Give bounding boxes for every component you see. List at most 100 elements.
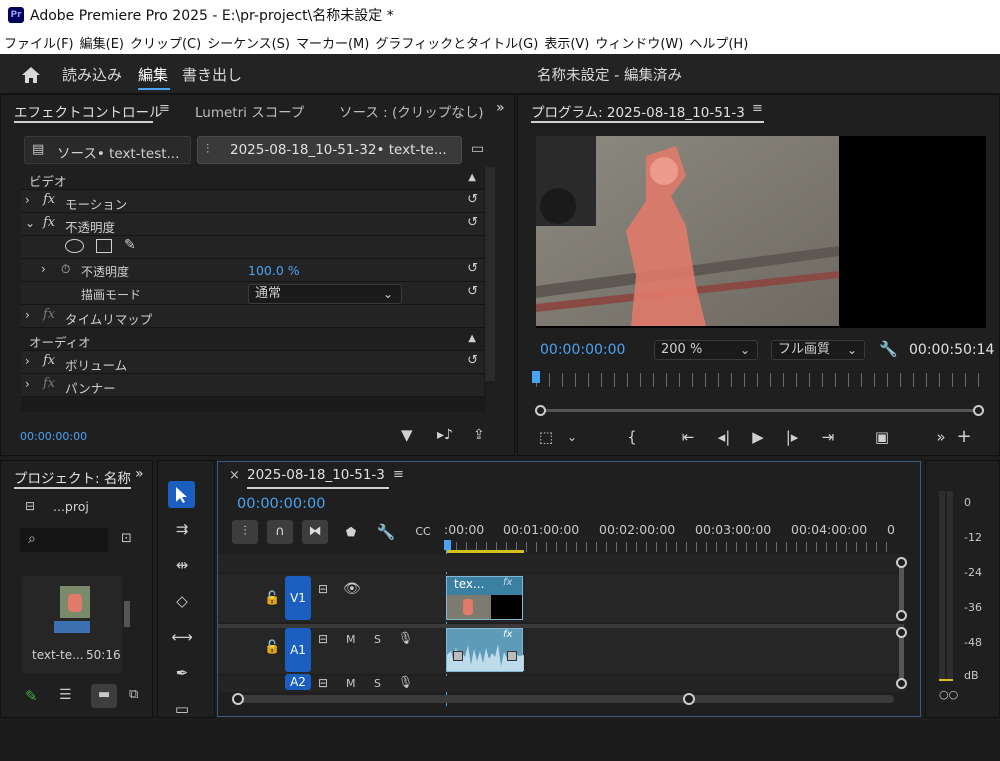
menu-window[interactable]: ウィンドウ(W)	[595, 33, 683, 52]
video-tracks-scrollbar[interactable]	[899, 561, 904, 616]
selection-tool[interactable]	[168, 481, 195, 508]
keyframe-handle-right[interactable]	[507, 651, 517, 661]
program-playhead[interactable]	[532, 371, 540, 383]
zoom-scrollbar[interactable]	[540, 409, 980, 412]
add-marker-icon[interactable]: ⬚	[534, 425, 558, 449]
lock-icon[interactable]: 🔓	[264, 640, 280, 655]
audio-tracks-scrollbar[interactable]	[899, 632, 904, 684]
track-a1-label[interactable]: A1	[285, 628, 311, 672]
expand-volume-icon[interactable]: ›	[25, 354, 30, 368]
tab-import[interactable]: 読み込み	[62, 64, 122, 85]
new-bin-icon[interactable]: ⊡	[121, 531, 132, 546]
reset-blend-icon[interactable]: ↺	[467, 284, 478, 299]
rectangle-mask-icon[interactable]	[96, 239, 112, 253]
more-tabs-icon[interactable]: »	[496, 100, 505, 116]
tab-lumetri-scopes[interactable]: Lumetri スコープ	[195, 101, 304, 121]
snap-icon[interactable]: ∩	[267, 520, 293, 544]
pen-tool-icon[interactable]: ✒	[170, 661, 194, 685]
close-tab-icon[interactable]: ×	[229, 468, 240, 483]
reset-volume-icon[interactable]: ↺	[467, 353, 478, 368]
step-back-icon[interactable]: ◂|	[712, 425, 736, 449]
menu-clip[interactable]: クリップ(C)	[130, 33, 201, 52]
expand-time-remap-icon[interactable]: ›	[25, 308, 30, 322]
video-clip[interactable]: tex... fx	[446, 576, 523, 620]
zoom-select[interactable]: 200 % ⌄	[654, 340, 758, 360]
fx-icon[interactable]: fx	[43, 353, 55, 368]
fx-icon[interactable]: fx	[43, 192, 55, 207]
audio-solo-icon[interactable]: ▸♪	[437, 427, 453, 443]
more-controls-icon[interactable]: »	[929, 425, 953, 449]
menu-sequence[interactable]: シーケンス(S)	[207, 33, 290, 52]
pen-mask-icon[interactable]: ✎	[124, 237, 136, 253]
audio-clip[interactable]: fx	[446, 628, 524, 672]
sequence-tab[interactable]: 2025-08-18_10-51-3	[247, 467, 385, 483]
program-timecode[interactable]: 00:00:00:00	[540, 342, 625, 358]
fx-icon[interactable]: fx	[43, 215, 55, 230]
program-ruler[interactable]	[536, 373, 991, 387]
freeform-view-icon[interactable]: ⧉	[129, 687, 138, 702]
sync-lock-icon[interactable]: ⊟	[318, 632, 328, 646]
menu-edit[interactable]: 編集(E)	[80, 33, 124, 52]
video-scroll-handle-top[interactable]	[896, 557, 907, 568]
captions-icon[interactable]: CC	[411, 520, 435, 544]
quality-select[interactable]: フル画質 ⌄	[771, 340, 865, 360]
microphone-icon[interactable]: 🎙	[398, 675, 413, 689]
time-remap-row[interactable]: › fx タイムリマップ	[21, 305, 484, 328]
tab-source[interactable]: ソース : (クリップなし)	[339, 101, 484, 121]
track-v1-label[interactable]: V1	[285, 576, 311, 620]
step-forward-icon[interactable]: |▸	[780, 425, 804, 449]
mark-in-icon[interactable]: {	[620, 425, 644, 449]
opacity-group-row[interactable]: ⌄ fx 不透明度 ↺	[21, 213, 484, 236]
menu-view[interactable]: 表示(V)	[544, 33, 589, 52]
solo-button[interactable]: S	[374, 633, 381, 646]
expand-panner-icon[interactable]: ›	[25, 377, 30, 391]
toggle-timeline-icon[interactable]: ▭	[471, 141, 484, 157]
panel-menu-icon[interactable]: ≡	[752, 101, 763, 116]
track-a2-label[interactable]: A2	[285, 674, 311, 690]
sync-lock-icon[interactable]: ⊟	[318, 676, 328, 690]
list-view-icon[interactable]: ☰	[59, 687, 72, 703]
tab-effect-controls[interactable]: エフェクトコントロール	[14, 101, 163, 121]
tab-export[interactable]: 書き出し	[182, 64, 242, 85]
menu-help[interactable]: ヘルプ(H)	[689, 33, 748, 52]
expand-motion-icon[interactable]: ›	[25, 193, 30, 207]
stopwatch-icon[interactable]: ⏱	[61, 262, 70, 277]
effect-scrollbar[interactable]	[485, 167, 495, 381]
tab-edit[interactable]: 編集	[138, 64, 168, 85]
add-button-icon[interactable]: +	[952, 425, 976, 449]
linked-selection-icon[interactable]: ⧓	[302, 520, 328, 544]
reset-motion-icon[interactable]: ↺	[467, 192, 478, 207]
wrench-icon[interactable]: 🔧	[879, 341, 898, 357]
expand-opacity-icon[interactable]: ›	[41, 262, 46, 276]
icon-view-button[interactable]: ▬	[91, 684, 117, 708]
filter-icon[interactable]: ▼	[401, 427, 413, 443]
pencil-icon[interactable]: ✎	[25, 687, 38, 705]
eye-icon[interactable]: 👁	[343, 581, 361, 597]
rectangle-tool-icon[interactable]: ▭	[170, 697, 194, 721]
solo-button[interactable]: S	[374, 677, 381, 690]
sequence-chip[interactable]: ⫶ 2025-08-18_10-51-32• text-te...	[197, 136, 462, 164]
h-scroll-handle-left[interactable]	[232, 693, 244, 705]
nest-toggle-icon[interactable]: ⫶	[232, 520, 258, 544]
add-marker-icon[interactable]: ⬟	[339, 520, 363, 544]
project-title[interactable]: プロジェクト: 名称	[14, 467, 131, 487]
lock-icon[interactable]: 🔓	[264, 591, 280, 606]
search-input[interactable]: ⌕	[20, 528, 108, 552]
export-frame-icon[interactable]: ▣	[870, 425, 894, 449]
razor-icon[interactable]: ◇	[170, 589, 194, 613]
export-icon[interactable]: ⇪	[473, 427, 485, 443]
menu-marker[interactable]: マーカー(M)	[296, 33, 369, 52]
opacity-value[interactable]: 100.0 %	[248, 263, 300, 278]
mute-button[interactable]: M	[346, 633, 356, 646]
slip-icon[interactable]: ⟷	[170, 625, 194, 649]
sync-lock-icon[interactable]: ⊟	[318, 582, 328, 596]
panel-menu-icon[interactable]: ≡	[159, 101, 170, 116]
home-icon[interactable]	[21, 66, 41, 84]
timeline-settings-icon[interactable]: 🔧	[374, 520, 398, 544]
effect-timecode[interactable]: 00:00:00:00	[20, 430, 87, 443]
track-select-icon[interactable]: ⇉	[170, 517, 194, 541]
menu-graphics[interactable]: グラフィックとタイトル(G)	[375, 33, 538, 52]
opacity-row[interactable]: › ⏱ 不透明度 100.0 % ↺	[21, 259, 484, 282]
project-item[interactable]: text-te... 50:16	[22, 576, 122, 674]
audio-scroll-handle-bottom[interactable]	[896, 678, 907, 689]
